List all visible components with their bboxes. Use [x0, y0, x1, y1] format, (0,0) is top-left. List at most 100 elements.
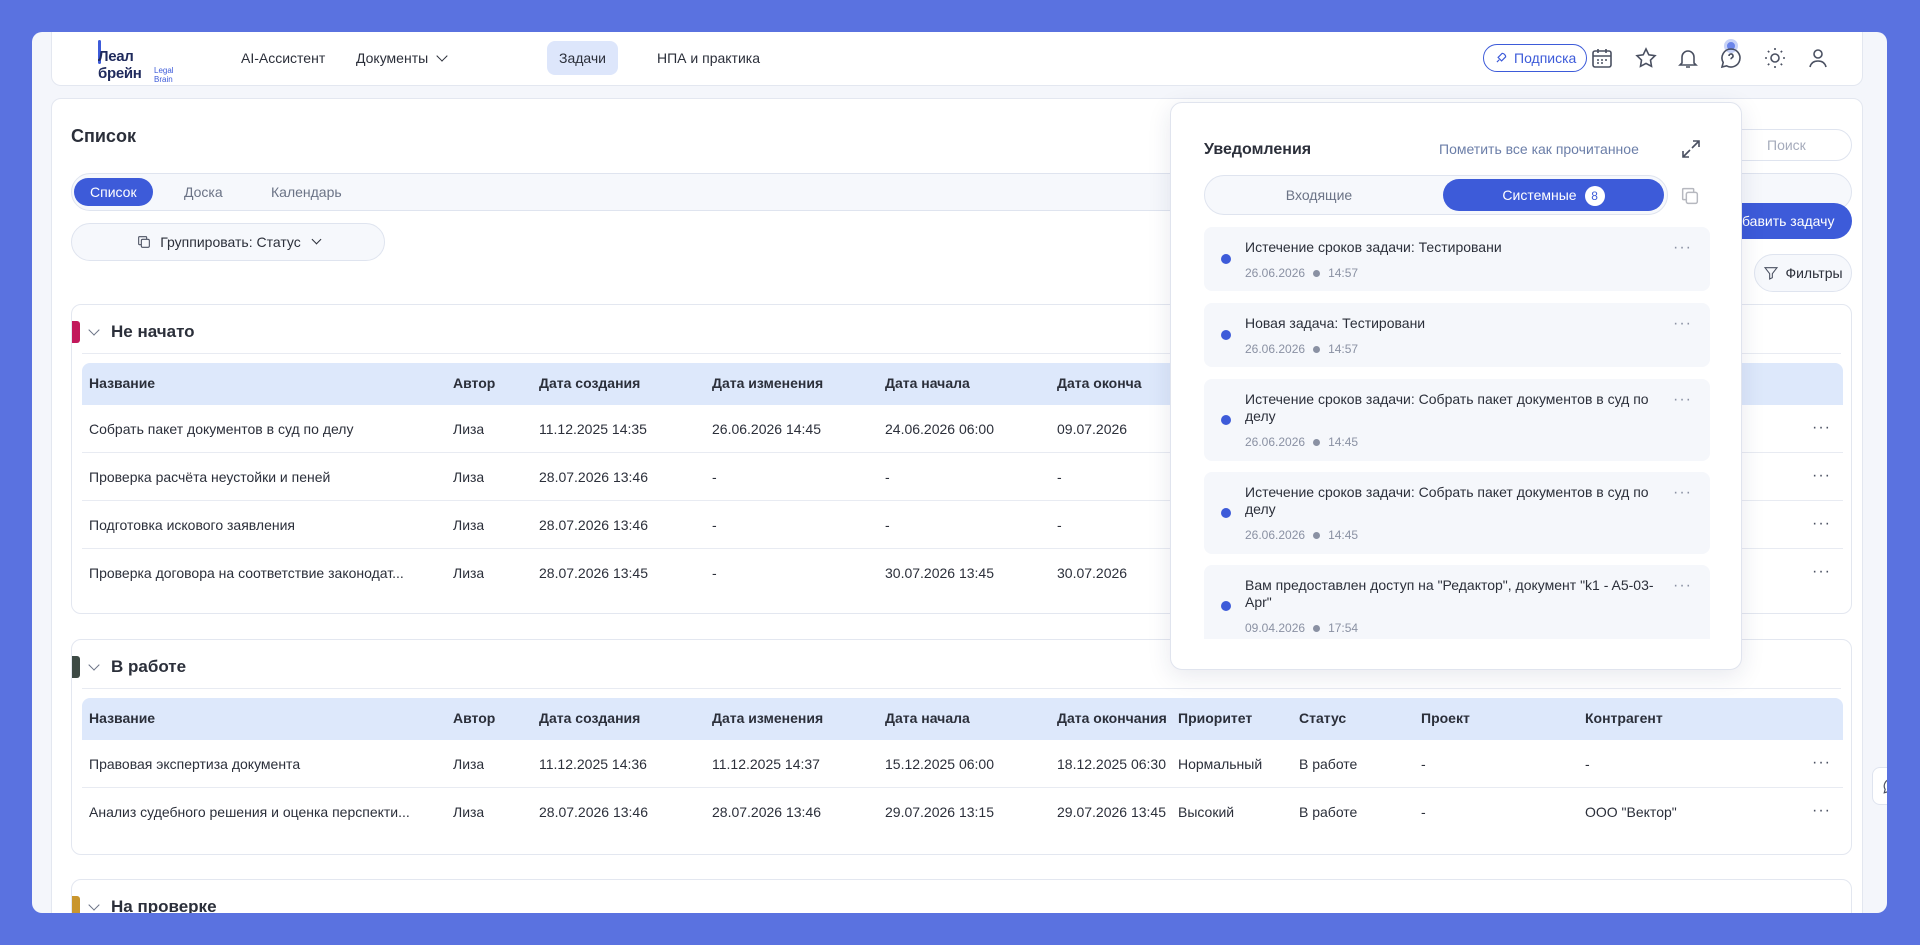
col-start[interactable]: Дата начала	[885, 710, 970, 726]
nav-ai-assistant[interactable]: AI-Ассистент	[229, 41, 337, 75]
chevron-down-icon	[436, 50, 448, 62]
task-name[interactable]: Проверка расчёта неустойки и пеней	[89, 469, 439, 485]
col-priority[interactable]: Приоритет	[1178, 710, 1252, 726]
page-title: Список	[71, 126, 136, 146]
notification-item[interactable]: Истечение сроков задачи: Тестировани 26.…	[1204, 227, 1710, 291]
task-author: Лиза	[453, 565, 485, 581]
task-end: -	[1057, 469, 1062, 485]
task-end: 18.12.2025 06:30	[1057, 756, 1166, 772]
calendar-icon[interactable]	[1590, 46, 1614, 70]
task-name[interactable]: Правовая экспертиза документа	[89, 756, 439, 772]
table-row[interactable]: Анализ судебного решения и оценка перспе…	[82, 788, 1843, 836]
col-modified[interactable]: Дата изменения	[712, 375, 823, 391]
more-icon[interactable]: ···	[1673, 315, 1692, 333]
more-icon[interactable]: ···	[1812, 754, 1831, 772]
col-counterparty[interactable]: Контрагент	[1585, 710, 1663, 726]
notification-meta: 26.06.2026 14:57	[1245, 266, 1358, 280]
unread-dot	[1221, 415, 1231, 425]
more-icon[interactable]: ···	[1673, 239, 1692, 257]
col-end[interactable]: Дата оконча	[1057, 375, 1142, 391]
chevron-down-icon[interactable]	[88, 899, 100, 911]
task-project: -	[1421, 756, 1426, 772]
notification-time: 14:45	[1328, 435, 1359, 449]
group-by-button[interactable]: Группировать: Статус	[71, 223, 385, 261]
nav-documents[interactable]: Документы	[344, 41, 458, 75]
col-project[interactable]: Проект	[1421, 710, 1470, 726]
col-end[interactable]: Дата окончания	[1057, 710, 1167, 726]
chevron-down-icon[interactable]	[88, 659, 100, 671]
tab-incoming[interactable]: Входящие	[1208, 179, 1430, 211]
nav-tasks[interactable]: Задачи	[547, 41, 619, 75]
group-on-review: На проверке	[71, 879, 1852, 913]
more-icon[interactable]: ···	[1673, 391, 1692, 409]
task-end: 29.07.2026 13:45	[1057, 804, 1166, 820]
more-icon[interactable]: ···	[1673, 484, 1692, 502]
help-chat-button[interactable]	[1872, 767, 1887, 805]
table-row[interactable]: Правовая экспертиза документа Лиза 11.12…	[82, 740, 1843, 788]
more-icon[interactable]: ···	[1673, 577, 1692, 595]
filters-label: Фильтры	[1785, 265, 1843, 281]
col-created[interactable]: Дата создания	[539, 710, 640, 726]
notification-item[interactable]: Новая задача: Тестировани 26.06.2026 14:5…	[1204, 303, 1710, 367]
tab-list[interactable]: Список	[74, 178, 153, 206]
col-author[interactable]: Автор	[453, 375, 495, 391]
table-header: Название Автор Дата создания Дата измене…	[82, 698, 1843, 740]
chevron-down-icon	[311, 234, 322, 244]
col-status[interactable]: Статус	[1299, 710, 1346, 726]
chevron-down-icon[interactable]	[88, 324, 100, 336]
task-start: 15.12.2025 06:00	[885, 756, 994, 772]
app-window: Леал брейн Legal Brain AI-Ассистент Доку…	[32, 32, 1887, 913]
nav-npa-practice[interactable]: НПА и практика	[645, 41, 772, 75]
group-by-label: Группировать: Статус	[160, 234, 301, 250]
tab-system[interactable]: Системные 8	[1443, 179, 1664, 211]
task-name[interactable]: Подготовка искового заявления	[89, 517, 439, 533]
task-name[interactable]: Проверка договора на соответствие законо…	[89, 565, 439, 581]
star-icon[interactable]	[1634, 46, 1658, 70]
col-modified[interactable]: Дата изменения	[712, 710, 823, 726]
task-name[interactable]: Анализ судебного решения и оценка перспе…	[89, 804, 439, 820]
notification-date: 26.06.2026	[1245, 342, 1306, 356]
more-icon[interactable]: ···	[1812, 515, 1831, 533]
task-author: Лиза	[453, 469, 485, 485]
notification-item[interactable]: Вам предоставлен доступ на "Редактор", д…	[1204, 565, 1710, 639]
bell-icon[interactable]	[1676, 46, 1700, 70]
col-name[interactable]: Название	[89, 710, 155, 726]
more-icon[interactable]: ···	[1812, 563, 1831, 581]
filters-button[interactable]: Фильтры	[1754, 254, 1852, 292]
notification-time: 14:57	[1328, 342, 1359, 356]
user-icon[interactable]	[1806, 46, 1830, 70]
tab-board[interactable]: Доска	[168, 178, 239, 206]
task-created: 28.07.2026 13:45	[539, 565, 648, 581]
tab-system-label: Системные	[1502, 187, 1577, 203]
more-icon[interactable]: ···	[1812, 467, 1831, 485]
notification-text: Истечение сроков задачи: Собрать пакет д…	[1245, 484, 1649, 517]
mark-all-read-link[interactable]: Пометить все как прочитанное	[1439, 141, 1639, 157]
expand-icon[interactable]	[1679, 137, 1703, 161]
chat-help-icon[interactable]	[1719, 46, 1743, 70]
col-author[interactable]: Автор	[453, 710, 495, 726]
group-title: Не начато	[111, 322, 195, 341]
subscription-button[interactable]: Подписка	[1483, 44, 1588, 72]
nav-documents-label: Документы	[356, 50, 429, 66]
task-name[interactable]: Собрать пакет документов в суд по делу	[89, 421, 439, 437]
unread-dot	[1221, 601, 1231, 611]
group-header[interactable]: На проверке	[72, 896, 1851, 913]
notification-date: 26.06.2026	[1245, 435, 1306, 449]
more-icon[interactable]: ···	[1812, 419, 1831, 437]
copy-icon[interactable]	[1679, 185, 1701, 207]
task-project: -	[1421, 804, 1426, 820]
col-name[interactable]: Название	[89, 375, 155, 391]
tab-calendar[interactable]: Календарь	[255, 178, 358, 206]
theme-sun-icon[interactable]	[1763, 46, 1787, 70]
notification-item[interactable]: Истечение сроков задачи: Собрать пакет д…	[1204, 472, 1710, 554]
task-end: -	[1057, 517, 1062, 533]
task-modified: -	[712, 565, 717, 581]
notification-text: Истечение сроков задачи: Собрать пакет д…	[1245, 391, 1649, 424]
logo[interactable]: Леал брейн Legal Brain	[98, 40, 178, 84]
more-icon[interactable]: ···	[1812, 802, 1831, 820]
col-created[interactable]: Дата создания	[539, 375, 640, 391]
status-color-bar	[72, 896, 80, 913]
task-status: В работе	[1299, 756, 1358, 772]
notification-item[interactable]: Истечение сроков задачи: Собрать пакет д…	[1204, 379, 1710, 461]
col-start[interactable]: Дата начала	[885, 375, 970, 391]
